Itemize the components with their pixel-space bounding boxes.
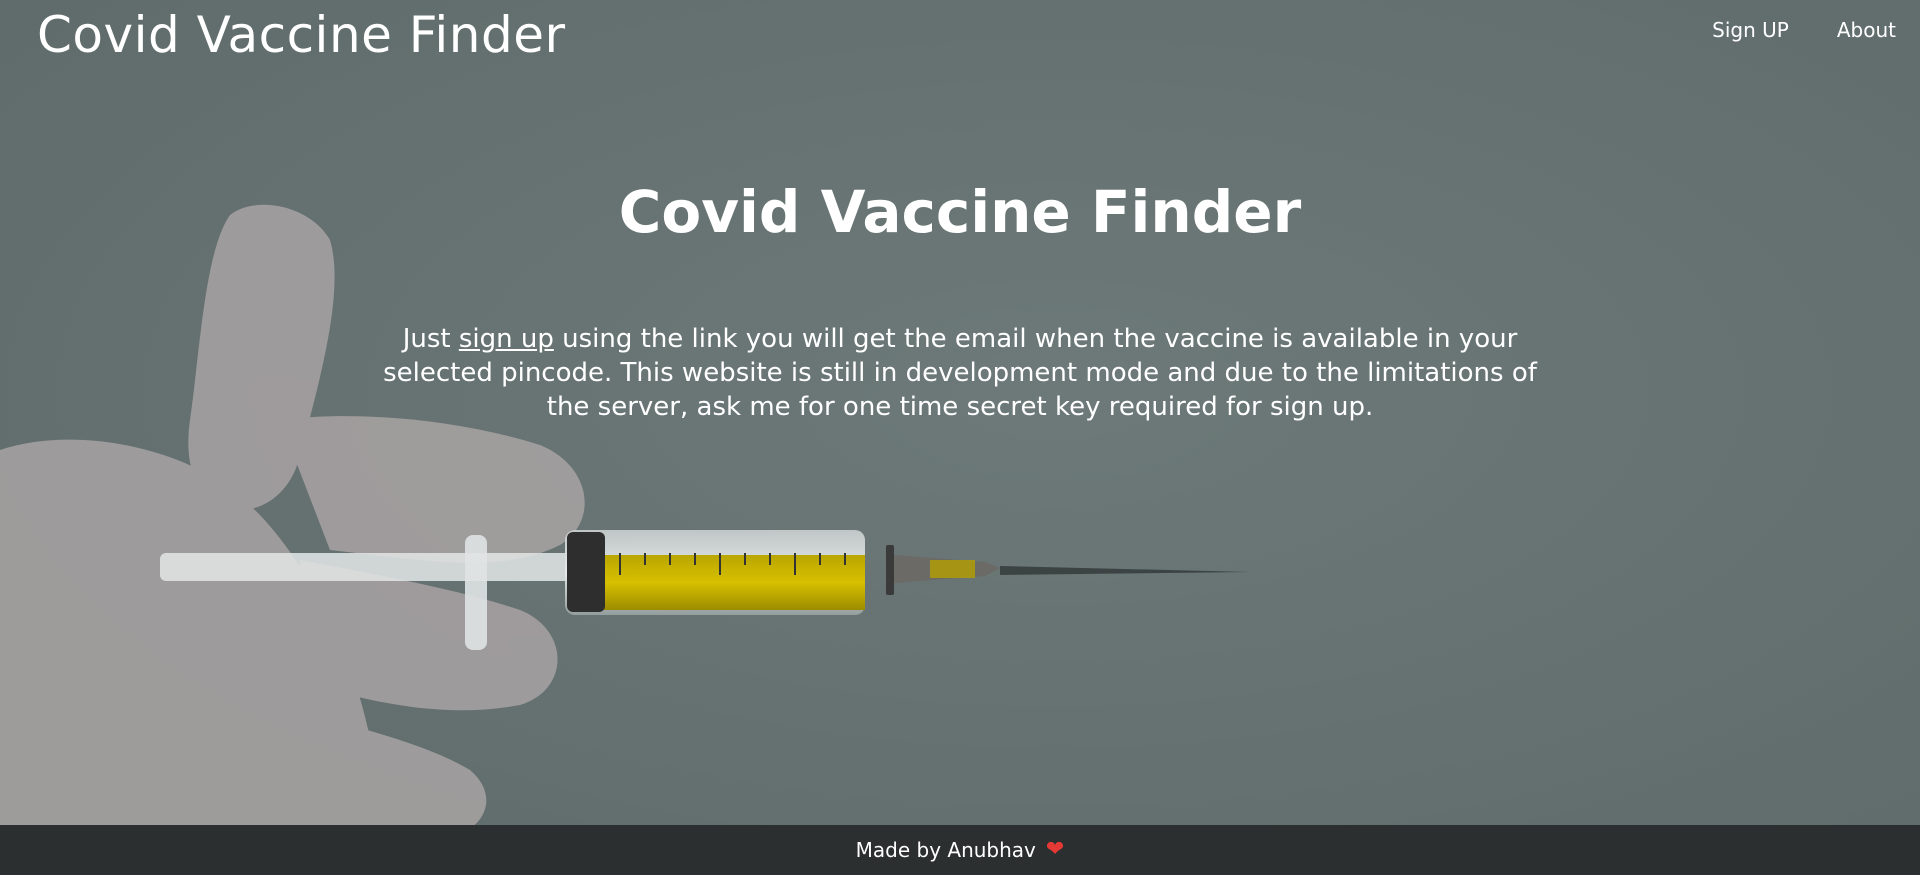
footer: Made by Anubhav ❤ xyxy=(0,825,1920,875)
hero-text-after: using the link you will get the email wh… xyxy=(383,324,1537,422)
nav-signup-link[interactable]: Sign UP xyxy=(1712,14,1789,46)
footer-credit: Made by Anubhav xyxy=(855,838,1036,862)
hero-text-before: Just xyxy=(402,324,459,354)
page: Covid Vaccine Finder Sign UP About Covid… xyxy=(0,0,1920,875)
hero-description: Just sign up using the link you will get… xyxy=(380,322,1540,424)
top-nav: Sign UP About xyxy=(1712,14,1896,46)
brand-logo-link[interactable]: Covid Vaccine Finder xyxy=(37,4,566,66)
background-photo xyxy=(0,0,1920,875)
nav-about-link[interactable]: About xyxy=(1837,14,1896,46)
page-title: Covid Vaccine Finder xyxy=(618,178,1302,246)
heart-icon: ❤ xyxy=(1045,837,1065,862)
signup-inline-link[interactable]: sign up xyxy=(459,324,554,354)
